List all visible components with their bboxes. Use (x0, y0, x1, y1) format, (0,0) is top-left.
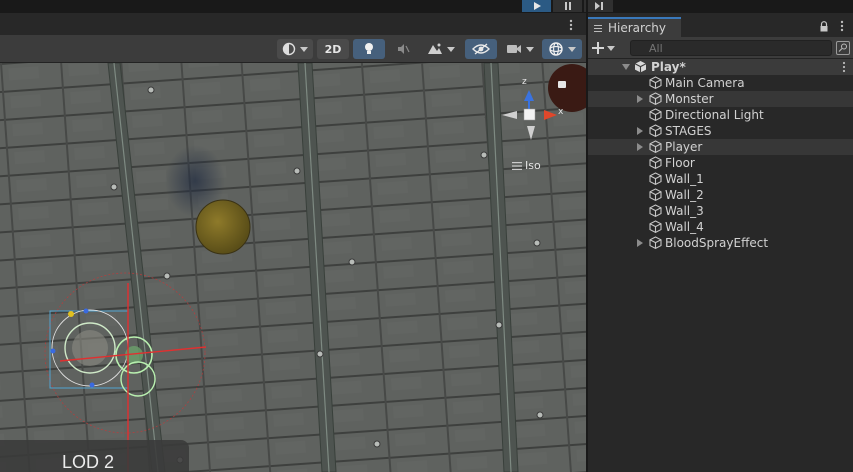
hierarchy-item[interactable]: Main Camera (588, 75, 853, 91)
pause-icon (564, 2, 571, 10)
projection-label: Iso (525, 159, 541, 172)
projection-toggle[interactable]: Iso (512, 159, 541, 172)
play-icon (533, 2, 541, 10)
hierarchy-toolbar (588, 37, 853, 59)
hierarchy-item[interactable]: BloodSprayEffect (588, 235, 853, 251)
hidden-eye-icon (472, 43, 490, 55)
chevron-down-icon (300, 46, 308, 52)
toggle-2d-button[interactable]: 2D (317, 39, 349, 59)
camera-dropdown[interactable] (501, 39, 539, 59)
gameobject-cube-icon (649, 220, 662, 233)
hierarchy-item[interactable]: Wall_3 (588, 203, 853, 219)
gameobject-cube-icon (649, 108, 662, 121)
step-icon (594, 2, 603, 10)
hierarchy-item[interactable]: Directional Light (588, 107, 853, 123)
effects-icon (428, 43, 442, 54)
plus-icon (592, 42, 604, 54)
scene-visibility-toggle[interactable] (465, 39, 497, 59)
audio-muted-icon (398, 44, 410, 54)
expand-arrow-icon[interactable] (637, 127, 643, 135)
expand-arrow-icon[interactable] (637, 143, 643, 151)
effects-dropdown[interactable] (421, 39, 461, 59)
play-button[interactable] (522, 0, 551, 12)
tab-hierarchy[interactable]: Hierarchy (588, 17, 681, 37)
hierarchy-item-label: Player (665, 140, 703, 154)
hierarchy-item-label: Floor (665, 156, 695, 170)
expand-arrow-icon[interactable] (637, 95, 643, 103)
hierarchy-item-label: Wall_3 (665, 204, 704, 218)
gameobject-cube-icon (649, 76, 662, 89)
gizmo-sphere-icon (549, 42, 563, 56)
hierarchy-item[interactable]: Floor (588, 155, 853, 171)
hierarchy-item-label: Monster (665, 92, 714, 106)
floor-grid: z x (0, 63, 586, 472)
gizmo-z-label: z (522, 77, 527, 87)
lighting-toggle-button[interactable] (353, 39, 385, 59)
hierarchy-item[interactable]: Wall_1 (588, 171, 853, 187)
kebab-menu-icon[interactable] (566, 18, 576, 32)
hierarchy-item-label: Wall_2 (665, 188, 704, 202)
gameobject-cube-icon (649, 92, 662, 105)
lod-overlay: LOD 2 (0, 440, 189, 472)
gizmo-x-label: x (558, 107, 564, 117)
list-lines-icon (512, 161, 522, 170)
hierarchy-item-label: BloodSprayEffect (665, 236, 769, 250)
hierarchy-item[interactable]: Wall_4 (588, 219, 853, 235)
gameobject-cube-icon (649, 172, 662, 185)
light-bulb-icon (365, 43, 373, 54)
hierarchy-item-label: Wall_4 (665, 220, 704, 234)
gizmos-dropdown[interactable] (542, 39, 582, 59)
gameobject-cube-icon (649, 156, 662, 169)
chevron-down-icon (568, 46, 576, 52)
gameobject-cube-icon (649, 124, 662, 137)
scene-viewport[interactable]: z x Iso LOD 2 (0, 63, 586, 472)
scene-tab-bar (0, 13, 586, 35)
shading-mode-icon (282, 42, 296, 56)
search-options-icon (838, 43, 847, 52)
search-options-button[interactable] (836, 41, 850, 55)
chevron-down-icon (607, 45, 615, 51)
gameobject-cube-icon (649, 188, 662, 201)
hierarchy-panel: Hierarchy Play* Main Camera Monster Direct… (588, 13, 853, 472)
kebab-menu-icon[interactable] (841, 61, 847, 73)
hierarchy-item[interactable]: Player (588, 139, 853, 155)
gameobject-cube-icon (649, 140, 662, 153)
hierarchy-tree: Play* Main Camera Monster Directional Ligh… (588, 59, 853, 251)
create-object-dropdown[interactable] (592, 40, 622, 56)
pause-button[interactable] (553, 0, 582, 12)
hierarchy-item-label: Directional Light (665, 108, 764, 122)
hierarchy-item[interactable]: Monster (588, 91, 853, 107)
lock-icon[interactable] (819, 21, 829, 32)
play-mode-bar (0, 0, 853, 13)
kebab-menu-icon[interactable] (839, 20, 845, 32)
hierarchy-item-label: Wall_1 (665, 172, 704, 186)
gameobject-cube-icon (649, 204, 662, 217)
hierarchy-item[interactable]: STAGES (588, 123, 853, 139)
camera-icon (507, 45, 521, 53)
chevron-down-icon (447, 46, 455, 52)
gameobject-cube-icon (649, 236, 662, 249)
lod-label: LOD 2 (62, 452, 115, 472)
scene-toolbar: 2D (0, 35, 586, 63)
unity-scene-icon (634, 61, 647, 73)
hierarchy-item-label: STAGES (665, 124, 712, 138)
hierarchy-item[interactable]: Wall_2 (588, 187, 853, 203)
scene-view-panel: 2D z x Iso LOD 2 (0, 13, 586, 472)
hierarchy-tab-title: Hierarchy (608, 21, 667, 35)
hierarchy-search-input[interactable] (630, 40, 832, 56)
scene-name-label: Play* (651, 60, 686, 74)
step-button[interactable] (584, 0, 613, 12)
hierarchy-item-label: Main Camera (665, 76, 745, 90)
hierarchy-scene-row[interactable]: Play* (588, 59, 853, 75)
audio-toggle-button[interactable] (389, 39, 417, 59)
chevron-down-icon (526, 46, 534, 52)
expand-arrow-icon[interactable] (622, 64, 630, 70)
expand-arrow-icon[interactable] (637, 239, 643, 247)
draw-mode-dropdown[interactable] (277, 39, 313, 59)
hamburger-icon (594, 23, 602, 34)
